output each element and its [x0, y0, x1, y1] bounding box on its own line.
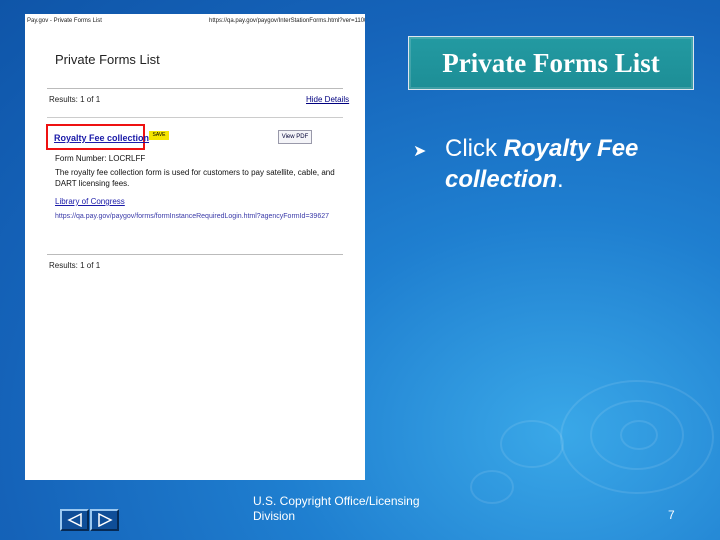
footer-organization: U.S. Copyright Office/Licensing Division: [253, 494, 420, 523]
next-slide-button[interactable]: [90, 509, 119, 531]
browser-title-bar: Pay.gov - Private Forms List https://qa.…: [25, 14, 365, 28]
save-badge[interactable]: SAVE: [149, 131, 169, 140]
browser-tab-title: Pay.gov - Private Forms List: [27, 18, 102, 24]
water-ripple: [620, 420, 658, 450]
forms-page-title: Private Forms List: [55, 52, 160, 67]
instruction-text: Click Royalty Fee collection.: [445, 133, 695, 195]
agency-url-link[interactable]: https://qa.pay.gov/paygov/forms/formInst…: [55, 213, 329, 220]
previous-slide-button[interactable]: [60, 509, 89, 531]
browser-url: https://qa.pay.gov/paygov/InterStationFo…: [209, 18, 365, 24]
agency-link[interactable]: Library of Congress: [55, 197, 125, 206]
form-description: The royalty fee collection form is used …: [55, 168, 335, 188]
results-count-bottom: Results: 1 of 1: [49, 261, 101, 270]
divider: [47, 254, 343, 255]
slide-page-number: 7: [668, 508, 675, 522]
divider: [47, 88, 343, 89]
instruction-prefix: Click: [445, 135, 504, 162]
water-ripple: [500, 420, 564, 468]
form-number: Form Number: LOCRLFF: [55, 154, 146, 163]
instruction-suffix: .: [557, 166, 564, 193]
water-ripple: [470, 470, 514, 504]
previous-slide-icon: [66, 513, 82, 527]
screenshot-panel: Pay.gov - Private Forms List https://qa.…: [25, 14, 365, 480]
arrow-bullet-icon: ➤: [413, 143, 427, 160]
royalty-fee-collection-link[interactable]: Royalty Fee collection: [46, 124, 149, 150]
next-slide-icon: [97, 513, 113, 527]
royalty-fee-collection-label: Royalty Fee collection: [54, 133, 150, 143]
slide-title: Private Forms List: [442, 47, 660, 78]
slide-navigation: [60, 509, 120, 531]
results-count-top: Results: 1 of 1: [49, 95, 101, 104]
view-pdf-button[interactable]: View PDF: [278, 130, 312, 144]
hide-details-link[interactable]: Hide Details: [306, 95, 349, 104]
slide-title-box: Private Forms List: [408, 36, 694, 90]
